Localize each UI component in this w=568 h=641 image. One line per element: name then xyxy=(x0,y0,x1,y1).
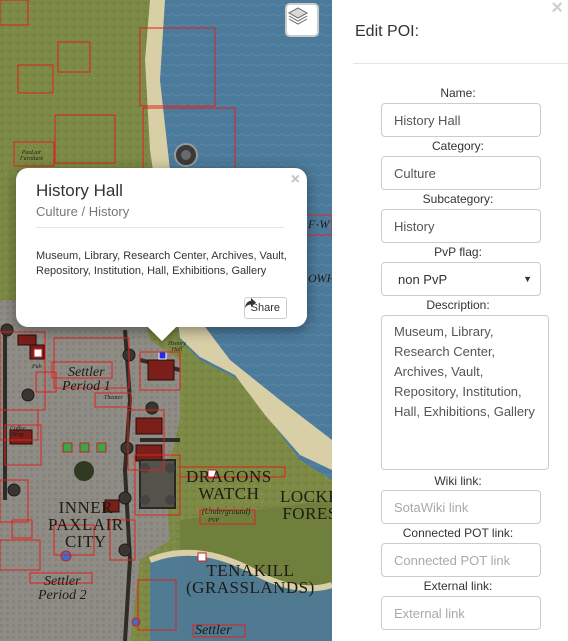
popup-divider xyxy=(36,227,284,228)
pvp-flag-label: PvP flag: xyxy=(434,245,482,259)
wiki-link-label: Wiki link: xyxy=(434,474,482,488)
map-label-paxlair-furniture: PaxLair Furniture xyxy=(20,150,44,162)
connected-pot-label: Connected POT link: xyxy=(402,526,514,540)
map-label-dragons-watch: DRAGONS WATCH xyxy=(186,467,272,503)
layers-icon xyxy=(287,7,309,25)
panel-title: Edit POI: xyxy=(355,23,420,40)
connected-pot-input[interactable]: Connected POT link xyxy=(381,543,541,577)
tree xyxy=(74,461,94,481)
name-input[interactable]: History Hall xyxy=(381,103,541,137)
external-link-label: External link: xyxy=(423,579,493,593)
share-arrow-icon xyxy=(244,298,256,308)
popup-subtitle: Culture / History xyxy=(36,204,130,219)
description-label: Description: xyxy=(426,298,490,312)
subcategory-input[interactable]: History xyxy=(381,209,541,243)
share-button[interactable]: Share xyxy=(243,297,287,319)
layers-control-button[interactable] xyxy=(285,3,319,37)
external-link-input[interactable]: External link xyxy=(381,596,541,630)
subcategory-label: Subcategory: xyxy=(422,192,494,206)
map-label-settler-bottom: Settler xyxy=(195,623,232,638)
wiki-link-input[interactable]: SotaWiki link xyxy=(381,490,541,524)
map-label-underground: (Underground) xyxy=(202,507,251,516)
popup-close-button[interactable]: × xyxy=(291,171,300,189)
category-label: Category: xyxy=(431,139,485,153)
popup-description: Museum, Library, Research Center, Archiv… xyxy=(36,250,287,277)
panel-divider xyxy=(353,63,568,64)
poi-popup: × History Hall Culture / History Museum,… xyxy=(16,168,307,342)
map-label-history-hall: History Hall xyxy=(168,341,186,353)
pvp-flag-value: non PvP xyxy=(398,271,448,287)
map-view[interactable]: Settler Period 1 Settler Period 2 INNER PAX… xyxy=(0,0,332,641)
panel-close-button[interactable]: × xyxy=(551,0,563,20)
map-label-inner-paxlair-city: INNER PAXLAIR CITY xyxy=(48,498,124,551)
map-label-settler-period-2: Settler Period 2 xyxy=(38,574,87,603)
popup-title: History Hall xyxy=(36,181,123,200)
pvp-flag-select[interactable]: non PvP ▼ xyxy=(381,262,541,296)
map-label-theater: Theater xyxy=(104,395,123,401)
map-label-lockb-forest: LOCKBFORES xyxy=(280,487,332,523)
map-label-pvp: PVP xyxy=(208,518,219,524)
map-label-coffee-shop: Coffee Shop xyxy=(10,426,26,438)
edit-poi-panel: × Edit POI: Name: History Hall Category:… xyxy=(332,0,568,641)
map-label-settler-period-1: Settler Period 1 xyxy=(62,365,111,394)
category-input[interactable]: Culture xyxy=(381,156,541,190)
description-textarea[interactable]: Museum, Library, Research Center, Archiv… xyxy=(381,315,549,470)
map-label-tenakill: TENAKILL (GRASSLANDS) xyxy=(186,561,315,597)
map-label-pub: Pub xyxy=(32,364,42,370)
dropdown-caret-icon: ▼ xyxy=(523,274,532,284)
map-label-edge-2: OWH xyxy=(308,271,332,285)
map-label-edge-1: F-W xyxy=(308,217,330,231)
name-label: Name: xyxy=(440,86,476,100)
